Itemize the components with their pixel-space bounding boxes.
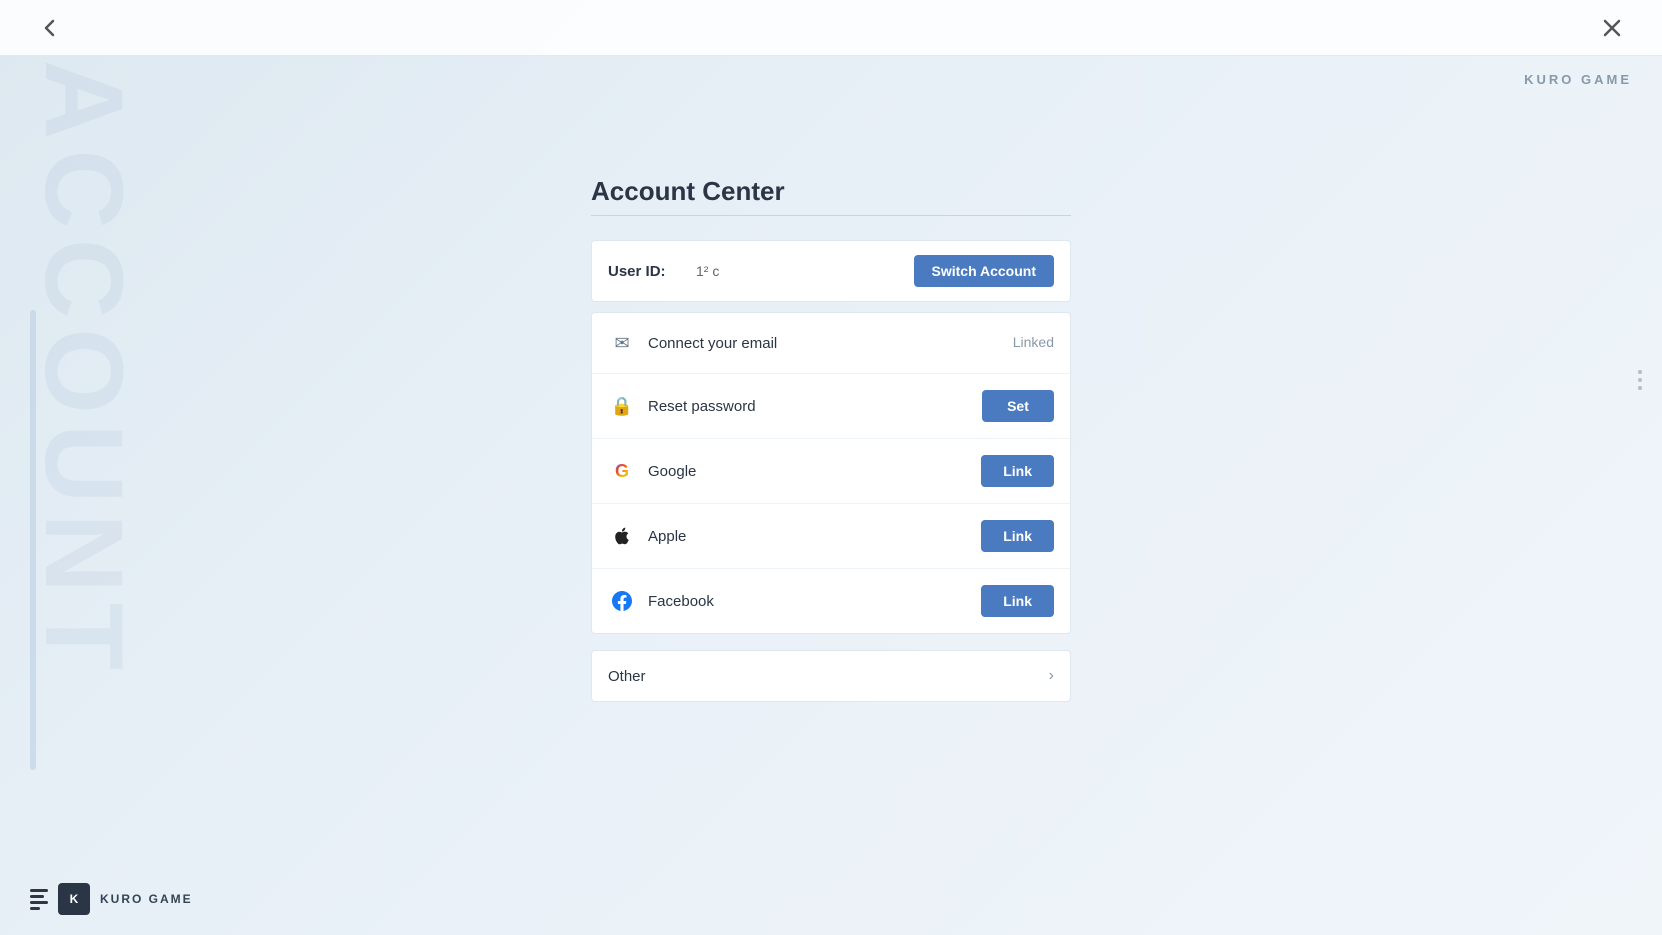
other-label: Other xyxy=(608,668,1049,685)
user-id-row: User ID: 1² c Switch Account xyxy=(591,240,1071,302)
other-row[interactable]: Other › xyxy=(591,650,1071,702)
google-icon: G xyxy=(608,457,636,485)
email-action: Linked xyxy=(974,334,1054,352)
account-panel: Account Center User ID: 1² c Switch Acco… xyxy=(591,176,1071,702)
google-action: Link xyxy=(974,455,1054,487)
facebook-label: Facebook xyxy=(648,593,974,610)
top-navigation xyxy=(0,0,1662,56)
facebook-icon xyxy=(608,587,636,615)
logo-icon: K xyxy=(58,883,90,915)
apple-action: Link xyxy=(974,520,1054,552)
main-content: Account Center User ID: 1² c Switch Acco… xyxy=(0,56,1662,935)
apple-icon xyxy=(608,522,636,550)
apple-link-button[interactable]: Link xyxy=(981,520,1054,552)
bottom-logo: K KURO GAME xyxy=(30,883,193,915)
chevron-right-icon: › xyxy=(1049,667,1054,685)
google-row: G Google Link xyxy=(592,439,1070,504)
facebook-link-button[interactable]: Link xyxy=(981,585,1054,617)
password-label: Reset password xyxy=(648,398,974,415)
set-password-button[interactable]: Set xyxy=(982,390,1054,422)
title-divider xyxy=(591,215,1071,216)
facebook-action: Link xyxy=(974,585,1054,617)
apple-row: Apple Link xyxy=(592,504,1070,569)
facebook-row: Facebook Link xyxy=(592,569,1070,633)
logo-bars xyxy=(30,889,48,910)
email-label: Connect your email xyxy=(648,335,974,352)
back-button[interactable] xyxy=(30,8,70,48)
page-title: Account Center xyxy=(591,176,1071,207)
password-row: 🔒 Reset password Set xyxy=(592,374,1070,439)
password-action: Set xyxy=(974,390,1054,422)
user-id-label: User ID: xyxy=(608,263,688,280)
lock-icon: 🔒 xyxy=(608,392,636,420)
google-label: Google xyxy=(648,463,974,480)
email-row: ✉ Connect your email Linked xyxy=(592,313,1070,374)
bottom-logo-text: KURO GAME xyxy=(100,892,193,906)
apple-label: Apple xyxy=(648,528,974,545)
account-rows-container: ✉ Connect your email Linked 🔒 Reset pass… xyxy=(591,312,1071,634)
google-link-button[interactable]: Link xyxy=(981,455,1054,487)
linked-status: Linked xyxy=(1013,334,1054,350)
user-id-value: 1² c xyxy=(688,263,914,279)
close-button[interactable] xyxy=(1592,8,1632,48)
switch-account-button[interactable]: Switch Account xyxy=(914,255,1055,287)
email-icon: ✉ xyxy=(608,329,636,357)
